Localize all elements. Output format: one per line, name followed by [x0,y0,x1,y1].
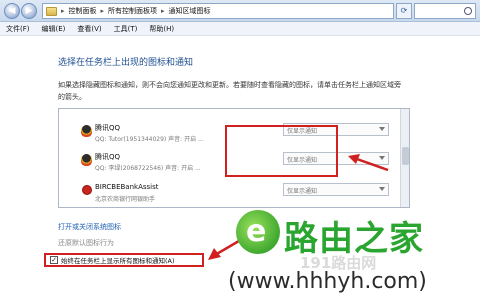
qq-penguin-icon [81,125,92,137]
breadcrumb-separator-icon: ▸ [100,7,105,15]
chevron-down-icon [379,127,385,131]
restore-defaults-link[interactable]: 还原默认图标行为 [58,238,121,248]
bank-assist-icon [82,185,92,195]
breadcrumb-item[interactable]: 所有控制面板项 [108,6,157,16]
breadcrumb-separator-icon: ▸ [161,7,165,15]
scrollbar-thumb[interactable] [402,147,409,165]
behavior-value: 仅显示通知 [287,188,318,195]
search-icon [464,7,472,15]
qq-penguin-icon [81,154,92,166]
app-name: 腾讯QQ [95,124,121,132]
menu-bar: 文件(F) 编辑(E) 查看(V) 工具(T) 帮助(H) [0,22,480,36]
back-arrow-icon[interactable]: ◀ [4,3,20,19]
list-item: BIRCBEBankAssist 北京农商银行网银助手 仅显示通知 [81,183,389,207]
forward-arrow-icon[interactable]: ▶ [21,3,37,19]
refresh-icon[interactable]: ⟳ [396,3,412,19]
watermark-url: (www.hhhyh.com) [228,269,427,294]
breadcrumb-item[interactable]: 通知区域图标 [169,6,211,16]
breadcrumb-item[interactable]: 控制面板 [69,6,97,16]
app-name: BIRCBEBankAssist [95,183,159,191]
page-description: 如果选择隐藏图标和通知，则不会向您通知更改和更新。若要随时查看隐藏的图标，请单击… [58,81,401,101]
list-scrollbar[interactable] [400,109,409,207]
behavior-dropdown[interactable]: 仅显示通知 [283,183,389,196]
menu-help[interactable]: 帮助(H) [149,24,174,34]
app-name: 腾讯QQ [95,153,121,161]
app-description: 北京农商银行网银助手 [95,196,156,203]
links-area: 打开或关闭系统图标 还原默认图标行为 [58,222,121,248]
system-icons-link[interactable]: 打开或关闭系统图标 [58,222,121,232]
app-description: QQ: 李绿(2068722546) 声音: 开启 ... [95,165,201,172]
breadcrumb-separator-icon: ▸ [61,7,65,15]
checkbox-label: 始终在任务栏上显示所有图标和通知(A) [61,257,175,265]
search-input[interactable] [414,3,476,19]
menu-edit[interactable]: 编辑(E) [42,24,66,34]
address-bar: ◀ ▶ ▸ 控制面板 ▸ 所有控制面板项 ▸ 通知区域图标 ⟳ [0,0,480,22]
breadcrumb[interactable]: ▸ 控制面板 ▸ 所有控制面板项 ▸ 通知区域图标 [42,3,394,19]
menu-view[interactable]: 查看(V) [77,24,101,34]
app-description: QQ: Tutor(1951344029) 声音: 开启 ... [95,136,204,143]
router-home-logo: e [236,210,280,254]
checkbox[interactable]: ✓ [50,256,58,264]
menu-file[interactable]: 文件(F) [6,24,30,34]
control-panel-folder-icon [46,6,57,16]
red-arrow-icon [348,154,389,172]
chevron-down-icon [379,187,385,191]
page-title: 选择在任务栏上出现的图标和通知 [58,58,194,68]
always-show-checkbox-row[interactable]: ✓ 始终在任务栏上显示所有图标和通知(A) [44,253,204,267]
highlight-box [225,125,338,177]
menu-tools[interactable]: 工具(T) [114,24,138,34]
